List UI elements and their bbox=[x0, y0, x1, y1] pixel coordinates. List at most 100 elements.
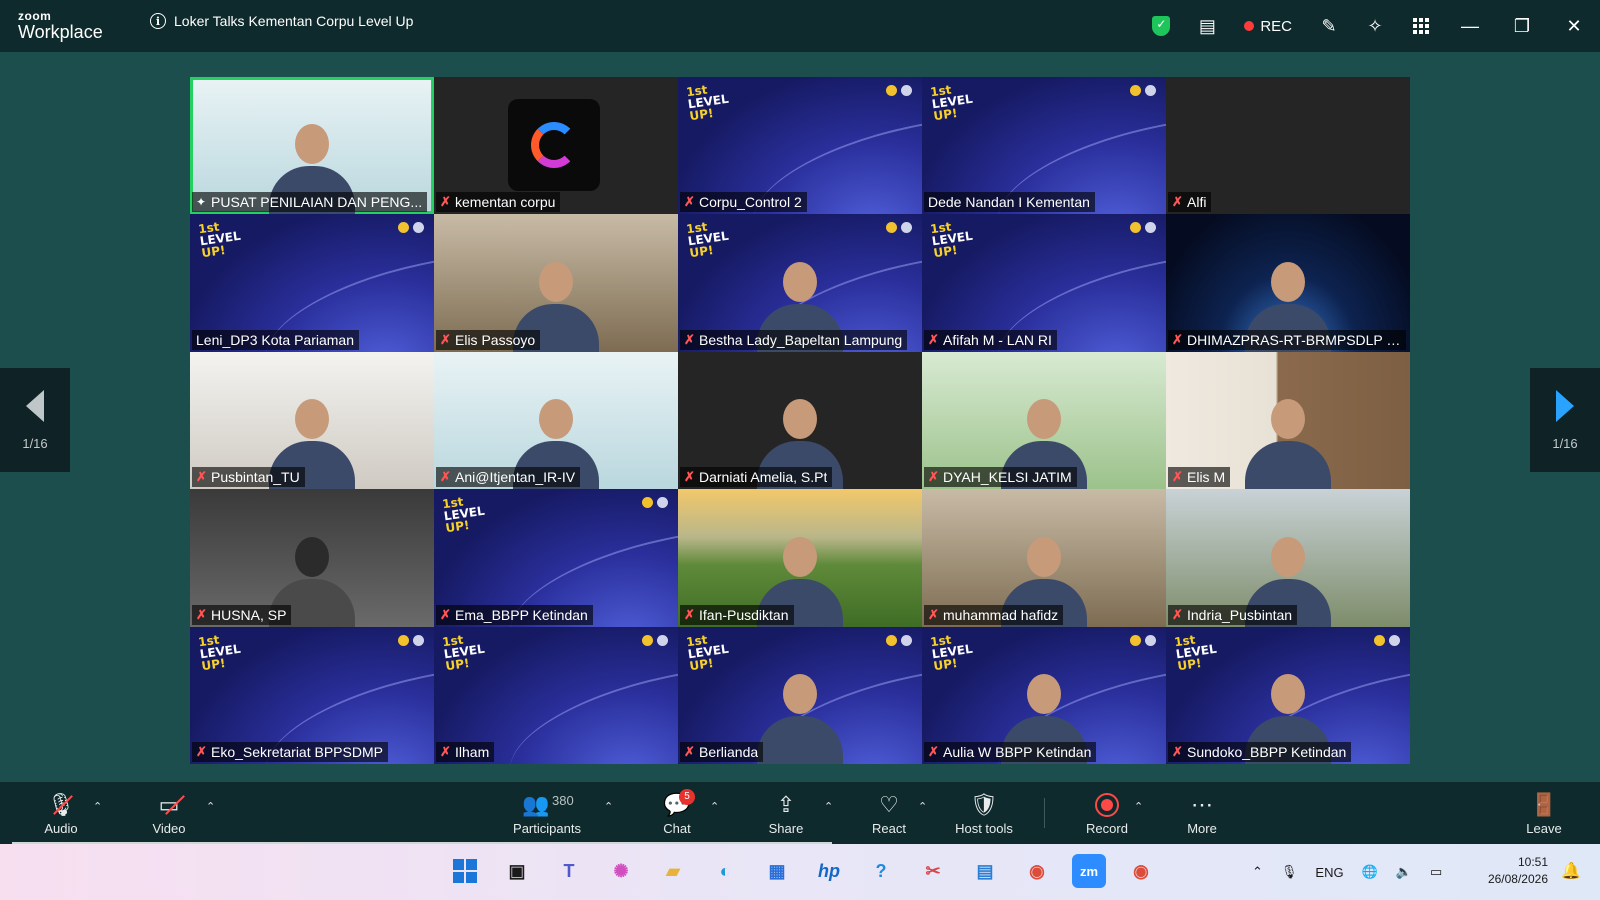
chat-button[interactable]: 💬 5 Chat bbox=[652, 782, 702, 844]
notepad-icon[interactable]: ▤ bbox=[968, 854, 1002, 888]
participant-tile[interactable]: ✗ Ifan-Pusdiktan bbox=[678, 489, 922, 627]
notification-bell-icon[interactable]: 🔔 bbox=[1556, 856, 1586, 886]
brand-small: zoom bbox=[18, 9, 52, 23]
store-icon[interactable]: ▦ bbox=[760, 854, 794, 888]
chat-options-chevron-icon[interactable]: ⌃ bbox=[710, 800, 719, 813]
language-indicator[interactable]: ENG bbox=[1315, 865, 1343, 880]
participant-video-silhouette bbox=[1245, 399, 1331, 490]
record-button[interactable]: Record bbox=[1082, 782, 1132, 844]
participant-tile[interactable]: 1st LEVEL UP! ✗ Ilham bbox=[434, 626, 678, 764]
participant-tile[interactable]: 1st LEVEL UP! Dede Nandan I Kementan bbox=[922, 77, 1166, 215]
leave-button[interactable]: 🚪 Leave bbox=[1522, 782, 1566, 844]
chrome-icon[interactable]: ◉ bbox=[1124, 854, 1158, 888]
participants-options-chevron-icon[interactable]: ⌃ bbox=[604, 800, 613, 813]
microphone-tray-icon[interactable]: 🎙 bbox=[1281, 864, 1298, 880]
start-icon[interactable] bbox=[448, 854, 482, 888]
participant-tile[interactable]: 1st LEVEL UP! ✗ Corpu_Control 2 bbox=[678, 77, 922, 215]
share-options-chevron-icon[interactable]: ⌃ bbox=[824, 800, 833, 813]
host-tools-button[interactable]: 🛡 Host tools bbox=[948, 782, 1020, 844]
participant-tile[interactable]: ✗ HUSNA, SP bbox=[190, 489, 434, 627]
share-button[interactable]: ⇪ Share bbox=[762, 782, 810, 844]
battery-icon[interactable]: ▭ bbox=[1430, 864, 1442, 880]
audio-button[interactable]: 🎙 Audio bbox=[40, 782, 82, 844]
participant-name-tag: ✗ Corpu_Control 2 bbox=[680, 192, 807, 213]
edge-icon[interactable]: ◐ bbox=[708, 854, 742, 888]
meeting-title[interactable]: i Loker Talks Kementan Corpu Level Up bbox=[150, 13, 413, 29]
muted-mic-icon: ✗ bbox=[440, 469, 451, 485]
teams-icon[interactable]: T bbox=[552, 854, 586, 888]
participant-tile[interactable]: ✗ Ani@Itjentan_IR-IV bbox=[434, 351, 678, 490]
participant-tile[interactable]: 1st LEVEL UP! ✗ Sundoko_BBPP Ketindan bbox=[1166, 626, 1410, 764]
encryption-shield-icon[interactable] bbox=[1138, 3, 1184, 49]
react-options-chevron-icon[interactable]: ⌃ bbox=[918, 800, 927, 813]
volume-icon[interactable]: 🔈 bbox=[1396, 864, 1412, 880]
minimize-button[interactable]: — bbox=[1444, 0, 1496, 52]
file-explorer-icon[interactable]: ▰ bbox=[656, 854, 690, 888]
participant-tile[interactable]: ✗ DYAH_KELSI JATIM bbox=[922, 351, 1166, 490]
muted-mic-icon: ✗ bbox=[928, 331, 939, 347]
notes-icon[interactable]: ▤ bbox=[1184, 3, 1230, 49]
snipping-icon[interactable]: ✂ bbox=[916, 854, 950, 888]
participant-name-tag: ✦ PUSAT PENILAIAN DAN PENG... bbox=[192, 192, 428, 213]
video-button[interactable]: ▭ Video bbox=[148, 782, 190, 844]
participant-tile[interactable]: 1st LEVEL UP! ✗ Bestha Lady_Bapeltan Lampung bbox=[678, 214, 922, 352]
participant-tile[interactable]: 1st LEVEL UP! ✗ Aulia W BBPP Ketindan bbox=[922, 626, 1166, 764]
participants-button[interactable]: 👥 380 Participants bbox=[508, 782, 586, 844]
participant-tile[interactable]: ✗ Indria_Pusbintan bbox=[1166, 489, 1410, 627]
previous-page-button[interactable]: 1/16 bbox=[0, 368, 70, 472]
participant-tile[interactable]: ✗ Alfi bbox=[1166, 77, 1410, 215]
participant-tile[interactable]: ✗ muhammad hafidz bbox=[922, 489, 1166, 627]
participant-tile[interactable]: ✗ Elis M bbox=[1166, 351, 1410, 490]
level-up-logo-icon: 1st LEVEL UP! bbox=[929, 82, 974, 124]
next-page-button[interactable]: 1/16 bbox=[1530, 368, 1600, 472]
participant-tile[interactable]: ✗ Pusbintan_TU bbox=[190, 351, 434, 490]
participant-name-tag: ✗ Elis Passoyo bbox=[436, 329, 541, 350]
heart-icon: ♡ bbox=[879, 791, 899, 817]
participant-tile[interactable]: 1st LEVEL UP! Leni_DP3 Kota Pariaman bbox=[190, 214, 434, 352]
task-view-icon[interactable]: ▣ bbox=[500, 854, 534, 888]
participant-tile[interactable]: ✦ PUSAT PENILAIAN DAN PENG... bbox=[190, 77, 434, 215]
ai-companion-icon[interactable]: ✧ bbox=[1352, 3, 1398, 49]
muted-mic-icon: ✗ bbox=[440, 743, 451, 759]
level-up-logo-icon: 1st LEVEL UP! bbox=[685, 219, 730, 261]
participant-tile[interactable]: 1st LEVEL UP! ✗ Afifah M - LAN RI bbox=[922, 214, 1166, 352]
participant-tile[interactable]: 1st LEVEL UP! ✗ Berlianda bbox=[678, 626, 922, 764]
level-up-logo-icon: 1st LEVEL UP! bbox=[929, 632, 974, 673]
participant-name: Elis M bbox=[1187, 469, 1226, 486]
brand-name: Workplace bbox=[18, 22, 103, 42]
annotate-pen-icon[interactable]: ✎ bbox=[1306, 3, 1352, 49]
more-button[interactable]: ⋯ More bbox=[1180, 782, 1224, 844]
level-up-logo-icon: 1st LEVEL UP! bbox=[441, 632, 486, 673]
video-options-chevron-icon[interactable]: ⌃ bbox=[206, 800, 215, 813]
participant-name: Darniati Amelia, S.Pt bbox=[699, 469, 828, 486]
info-icon[interactable]: i bbox=[150, 13, 166, 29]
status-dots-icon bbox=[398, 634, 424, 646]
zoom-icon[interactable]: zm bbox=[1072, 854, 1106, 888]
participant-tile[interactable]: 1st LEVEL UP! ✗ Ema_BBPP Ketindan bbox=[434, 489, 678, 627]
tray-overflow-chevron-icon[interactable]: ⌃ bbox=[1252, 864, 1263, 880]
network-globe-icon[interactable]: 🌐 bbox=[1362, 864, 1378, 880]
react-button[interactable]: ♡ React bbox=[866, 782, 912, 844]
taskbar-clock[interactable]: 10:51 26/08/2026 bbox=[1488, 854, 1548, 888]
participant-tile[interactable]: ✗ Elis Passoyo bbox=[434, 214, 678, 352]
muted-mic-icon: ✗ bbox=[1172, 469, 1183, 485]
chrome-icon[interactable]: ◉ bbox=[1020, 854, 1054, 888]
help-icon[interactable]: ? bbox=[864, 854, 898, 888]
participant-tile[interactable]: ✗ kementan corpu bbox=[434, 77, 678, 215]
participant-name: Pusbintan_TU bbox=[211, 469, 300, 486]
apps-grid-icon[interactable] bbox=[1398, 3, 1444, 49]
participant-name-tag: Dede Nandan I Kementan bbox=[924, 192, 1095, 213]
participant-tile[interactable]: ✗ Darniati Amelia, S.Pt bbox=[678, 351, 922, 490]
participant-tile[interactable]: 1st LEVEL UP! ✗ Eko_Sekretariat BPPSDMP bbox=[190, 626, 434, 764]
close-button[interactable]: ✕ bbox=[1548, 0, 1600, 52]
participant-tile[interactable]: ✗ DHIMAZPRAS-RT-BRMPSDLP (... bbox=[1166, 214, 1410, 352]
audio-options-chevron-icon[interactable]: ⌃ bbox=[93, 800, 102, 813]
muted-mic-icon: ✗ bbox=[684, 331, 695, 347]
copilot-icon[interactable]: ✺ bbox=[604, 854, 638, 888]
recording-indicator[interactable]: REC bbox=[1230, 18, 1306, 35]
participant-name-tag: ✗ Ema_BBPP Ketindan bbox=[436, 604, 593, 625]
restore-button[interactable]: ❐ bbox=[1496, 0, 1548, 52]
hp-icon[interactable]: hp bbox=[812, 854, 846, 888]
record-options-chevron-icon[interactable]: ⌃ bbox=[1134, 800, 1143, 813]
chat-label: Chat bbox=[663, 820, 691, 836]
